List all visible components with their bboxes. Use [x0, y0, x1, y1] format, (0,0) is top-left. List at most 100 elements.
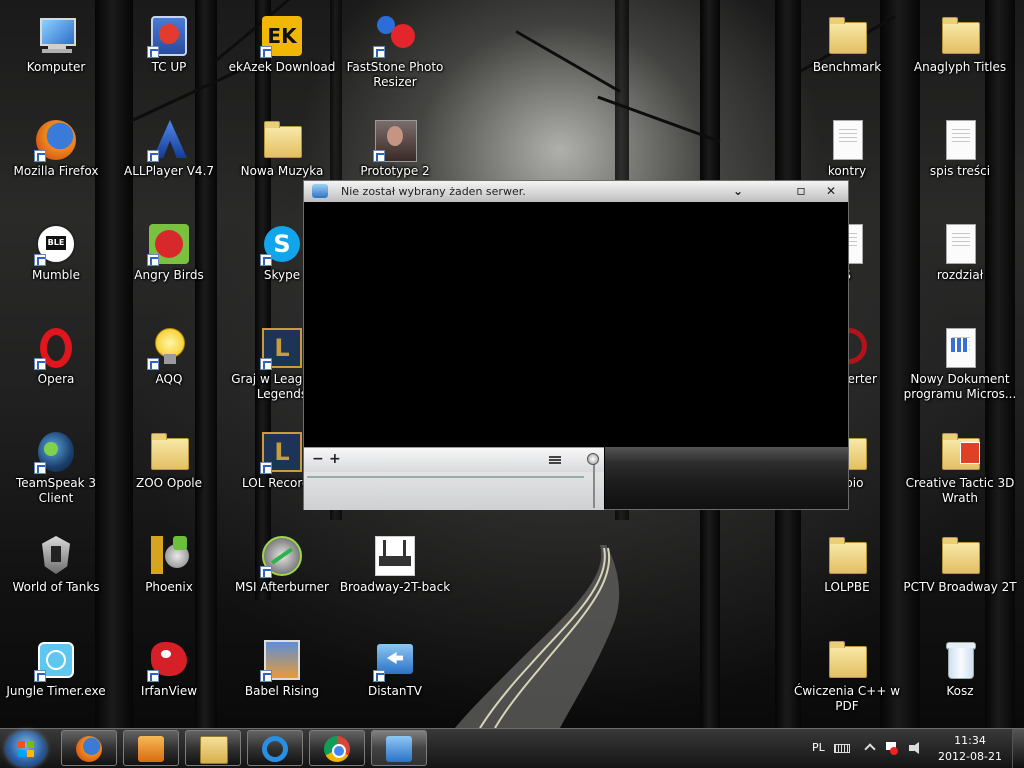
shortcut-arrow-icon	[260, 254, 272, 266]
desktop-icon-label: MSI Afterburner	[234, 580, 329, 594]
chrome-icon	[324, 736, 350, 762]
folder-icon	[260, 118, 304, 162]
desktop-icon-lolpbe[interactable]: LOLPBE	[794, 528, 900, 618]
start-button[interactable]	[6, 731, 46, 767]
speaker-icon[interactable]	[908, 741, 924, 755]
desktop-icon-faststone-photo-resizer[interactable]: FastStone Photo Resizer	[342, 8, 448, 98]
keyboard-icon[interactable]	[834, 741, 850, 755]
world-of-tanks-icon	[34, 534, 78, 578]
window-title: Nie został wybrany żaden serwer.	[341, 185, 526, 198]
desktop-icon-anaglyph-titles[interactable]: Anaglyph Titles	[907, 8, 1013, 98]
desktop-icon-label: Kosz	[946, 684, 974, 698]
firefox-icon	[76, 736, 102, 762]
desktop-icon-allplayer[interactable]: ALLPlayer V4.7	[116, 112, 222, 202]
clock-time[interactable]: 11:34	[940, 734, 1000, 747]
desktop-icon-label: Mumble	[32, 268, 80, 282]
taskbar-distantv[interactable]	[371, 730, 427, 766]
taskbar-firefox[interactable]	[61, 730, 117, 766]
folder-icon	[938, 534, 982, 578]
desktop-icon-kosz[interactable]: Kosz	[907, 632, 1013, 722]
minimize-button[interactable]: ⌄	[729, 183, 747, 199]
desktop-icon-teamspeak[interactable]: TeamSpeak 3 Client	[3, 424, 109, 514]
shortcut-arrow-icon	[34, 254, 46, 266]
close-button[interactable]: ✕	[822, 183, 840, 199]
shortcut-arrow-icon	[147, 670, 159, 682]
desktop-icon-mozilla-firefox[interactable]: Mozilla Firefox	[3, 112, 109, 202]
desktop-icon-opera[interactable]: Opera	[3, 320, 109, 410]
desktop-icon-label: Ćwiczenia C++ w PDF	[793, 684, 901, 713]
folder-icon	[938, 14, 982, 58]
folder-icon	[825, 14, 869, 58]
list-icon[interactable]	[549, 456, 561, 465]
taskbar-explorer[interactable]	[185, 730, 241, 766]
clock-date[interactable]: 2012-08-21	[934, 750, 1006, 763]
desktop-icon-label: Babel Rising	[244, 684, 320, 698]
desktop-icon-label: spis treści	[929, 164, 991, 178]
teamspeak-window[interactable]: Nie został wybrany żaden serwer. ⌄ ▫ ✕ −…	[303, 180, 849, 510]
windows-logo-icon	[18, 741, 34, 757]
desktop-icon-angry-birds[interactable]: Angry Birds	[116, 216, 222, 306]
shortcut-arrow-icon	[373, 46, 385, 58]
desktop-icon-mumble[interactable]: BLE Mumble	[3, 216, 109, 306]
taskbar-chrome[interactable]	[309, 730, 365, 766]
app-title-icon	[312, 184, 328, 198]
shortcut-arrow-icon	[373, 670, 385, 682]
desktop-icon-nowy-dokument[interactable]: Nowy Dokument programu Micros...	[904, 320, 1016, 410]
desktop-icon-label: ekAzek Download	[228, 60, 336, 74]
tray-chevron-icon[interactable]	[862, 741, 878, 755]
show-desktop-button[interactable]	[1012, 729, 1024, 768]
desktop-icon-ekazek-download[interactable]: EK ekAzek Download	[229, 8, 335, 98]
desktop-icon-creative-tactic[interactable]: Creative Tactic 3D Wrath	[906, 424, 1014, 514]
action-center-flag-icon[interactable]	[884, 741, 900, 755]
panel-toolbar: − +	[304, 448, 604, 472]
taskbar-media-player[interactable]	[123, 730, 179, 766]
desktop-icon-label: Creative Tactic 3D Wrath	[905, 476, 1015, 505]
document-icon	[825, 118, 869, 162]
zoom-out-button[interactable]: −	[312, 451, 324, 467]
volume-slider[interactable]	[593, 460, 595, 508]
document-icon	[938, 118, 982, 162]
desktop-icon-pctv-broadway[interactable]: PCTV Broadway 2T	[903, 528, 1017, 618]
desktop-icon-rozdzial[interactable]: rozdział	[907, 216, 1013, 306]
desktop-icon-distantv[interactable]: DistanTV	[342, 632, 448, 722]
desktop-icon-broadway-2t-back[interactable]: Broadway-2T-back	[340, 528, 450, 618]
desktop-icon-irfanview[interactable]: IrfanView	[116, 632, 222, 722]
desktop-icon-cwiczenia-cpp[interactable]: Ćwiczenia C++ w PDF	[794, 632, 900, 722]
desktop-icon-label: Anaglyph Titles	[913, 60, 1007, 74]
desktop-icon-label: Angry Birds	[134, 268, 204, 282]
desktop-icon-jungle-timer[interactable]: Jungle Timer.exe	[3, 632, 109, 722]
taskbar-internet-explorer[interactable]	[247, 730, 303, 766]
desktop-icon-aqq[interactable]: AQQ	[116, 320, 222, 410]
maximize-button[interactable]: ▫	[792, 183, 810, 199]
shortcut-arrow-icon	[34, 670, 46, 682]
desktop-icon-label: rozdział	[936, 268, 984, 282]
position-slider[interactable]	[307, 476, 584, 478]
volume-knob[interactable]	[587, 453, 599, 465]
shortcut-arrow-icon	[373, 150, 385, 162]
desktop-icon-label: TeamSpeak 3 Client	[15, 476, 97, 505]
desktop-icon-benchmark[interactable]: Benchmark	[794, 8, 900, 98]
folder-icon	[825, 638, 869, 682]
desktop-icon-label: PCTV Broadway 2T	[903, 580, 1017, 594]
desktop-icon-world-of-tanks[interactable]: World of Tanks	[3, 528, 109, 618]
desktop-icon-tc-up[interactable]: TC UP	[116, 8, 222, 98]
desktop-icon-komputer[interactable]: Komputer	[3, 8, 109, 98]
desktop-icon-label: World of Tanks	[12, 580, 100, 594]
shortcut-arrow-icon	[34, 358, 46, 370]
desktop-icon-msi-afterburner[interactable]: MSI Afterburner	[229, 528, 335, 618]
desktop-icon-label: AQQ	[155, 372, 183, 386]
video-display-area[interactable]	[304, 202, 848, 447]
language-indicator[interactable]: PL	[812, 741, 825, 754]
desktop-icon-label: ALLPlayer V4.7	[123, 164, 215, 178]
desktop-icon-phoenix[interactable]: Phoenix	[116, 528, 222, 618]
desktop-icon-label: Benchmark	[812, 60, 882, 74]
window-titlebar[interactable]: Nie został wybrany żaden serwer. ⌄ ▫ ✕	[304, 181, 848, 202]
desktop-icon-spis-tresci[interactable]: spis treści	[907, 112, 1013, 202]
shortcut-arrow-icon	[260, 358, 272, 370]
desktop-icon-babel-rising[interactable]: Babel Rising	[229, 632, 335, 722]
desktop-icon-zoo-opole[interactable]: ZOO Opole	[116, 424, 222, 514]
desktop-icon-label: IrfanView	[140, 684, 198, 698]
desktop-icon-label: Jungle Timer.exe	[6, 684, 106, 698]
zoom-in-button[interactable]: +	[329, 451, 341, 467]
desktop-icon-label: Broadway-2T-back	[339, 580, 451, 594]
